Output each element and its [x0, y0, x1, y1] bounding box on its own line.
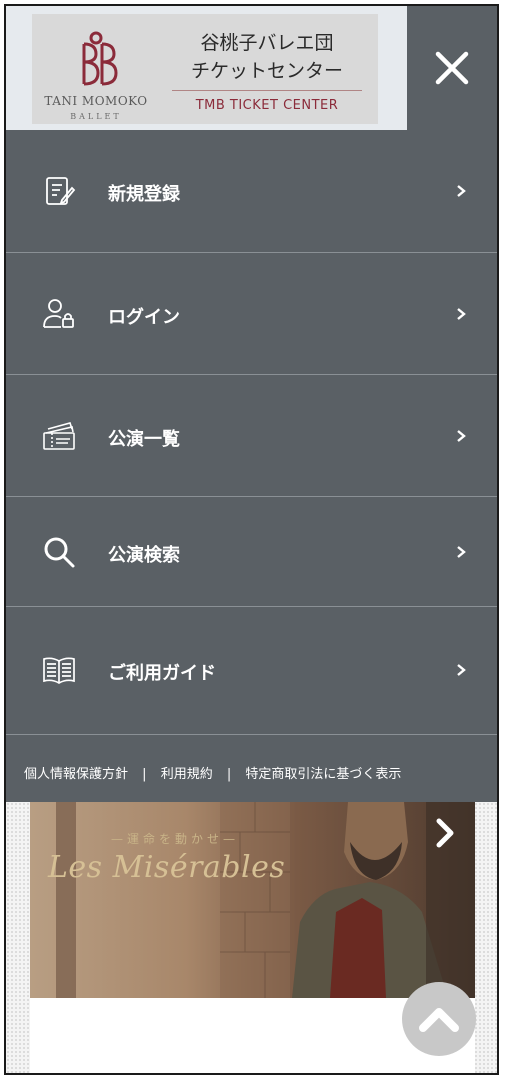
- footer-links: 個人情報保護方針 | 利用規約 | 特定商取引法に基づく表示: [6, 734, 497, 802]
- menu-item-label: ご利用ガイド: [108, 663, 216, 684]
- header: TANI MOMOKO BALLET 谷桃子バレエ団 チケットセンター TMB …: [6, 6, 497, 130]
- link-separator: |: [226, 767, 232, 782]
- search-icon: [44, 537, 75, 568]
- menu-item-register[interactable]: 新規登録: [6, 130, 497, 252]
- logo-title-en: TMB TICKET CENTER: [195, 98, 339, 113]
- chevron-right-icon: [457, 430, 466, 442]
- menu-item-performances[interactable]: 公演一覧: [6, 374, 497, 496]
- logo-mark: TANI MOMOKO BALLET: [42, 24, 150, 121]
- logo-title-line2: チケットセンター: [190, 60, 343, 82]
- menu-item-label: 公演一覧: [108, 429, 180, 450]
- app-frame: TANI MOMOKO BALLET 谷桃子バレエ団 チケットセンター TMB …: [4, 4, 499, 1075]
- performance-banner[interactable]: —運命を動かせ— Les Misérables: [30, 802, 475, 998]
- menu-item-label: 新規登録: [108, 184, 180, 205]
- tickets-icon: [43, 422, 75, 450]
- register-form-icon: [46, 177, 76, 205]
- logo-divider: [172, 90, 362, 91]
- chevron-right-icon: [457, 185, 466, 197]
- close-icon: [435, 51, 469, 85]
- chevron-right-icon: [457, 664, 466, 676]
- chevron-right-icon: [457, 546, 466, 558]
- nav-menu: 新規登録 ログイン 公演一覧 公演検索 ご利用ガイド 個人情報保護方針 | 利用…: [6, 130, 497, 802]
- scroll-to-top-button[interactable]: [402, 982, 476, 1056]
- menu-item-search[interactable]: 公演検索: [6, 496, 497, 606]
- link-separator: |: [142, 767, 147, 782]
- menu-item-label: ログイン: [108, 307, 180, 328]
- privacy-policy-link[interactable]: 個人情報保護方針: [24, 767, 128, 782]
- menu-item-login[interactable]: ログイン: [6, 252, 497, 374]
- banner-tagline: —運命を動かせ—: [110, 832, 239, 846]
- logo-brand-name: TANI MOMOKO: [44, 94, 148, 108]
- commercial-transactions-link[interactable]: 特定商取引法に基づく表示: [245, 767, 401, 782]
- banner-title: Les Misérables: [48, 850, 286, 885]
- chevron-up-icon: [419, 1008, 459, 1032]
- logo-brand-sub: BALLET: [70, 112, 122, 121]
- chevron-right-icon: [457, 308, 466, 320]
- close-menu-button[interactable]: [407, 6, 497, 130]
- logo-title-line1: 谷桃子バレエ団: [200, 32, 334, 54]
- menu-item-label: 公演検索: [108, 545, 180, 566]
- site-logo[interactable]: TANI MOMOKO BALLET 谷桃子バレエ団 チケットセンター TMB …: [32, 14, 378, 124]
- ballet-bb-logo-icon: [82, 31, 118, 86]
- book-icon: [43, 657, 75, 684]
- user-lock-icon: [43, 299, 74, 328]
- menu-item-guide[interactable]: ご利用ガイド: [6, 606, 497, 734]
- banner-next-icon[interactable]: [430, 816, 460, 850]
- terms-of-use-link[interactable]: 利用規約: [161, 767, 213, 782]
